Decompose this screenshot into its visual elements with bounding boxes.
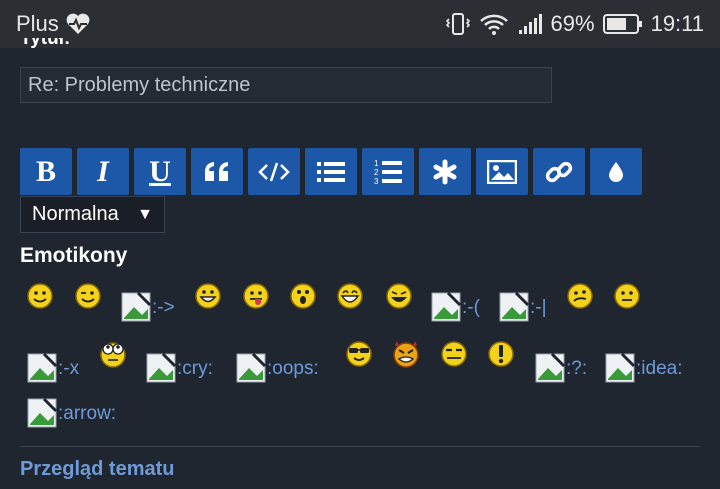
- cool-icon[interactable]: [345, 340, 373, 368]
- broken-image-icon: [27, 352, 58, 383]
- list-icon: [317, 161, 345, 182]
- broken-image-icon: [431, 291, 462, 322]
- heart-pulse-icon: [65, 13, 91, 35]
- status-bar-left: Plus: [16, 11, 91, 37]
- emoticon-code: :-(: [462, 297, 480, 318]
- font-size-value: Normalna: [32, 203, 119, 225]
- svg-text:2: 2: [374, 168, 379, 177]
- underline-button[interactable]: U: [134, 148, 186, 195]
- emoticon-code: :?:: [566, 358, 588, 379]
- emoticon-code: :->: [152, 297, 175, 318]
- code-button[interactable]: [248, 148, 300, 195]
- exclamation-icon[interactable]: [487, 340, 515, 368]
- battery-icon: [602, 13, 643, 35]
- grin-icon[interactable]: [194, 282, 222, 310]
- broken-image-icon: [236, 352, 267, 383]
- title-label: Tytuł:: [20, 38, 71, 49]
- bold-button[interactable]: B: [20, 148, 72, 195]
- emoticon-code: :-|: [530, 297, 547, 318]
- dropdown-arrow-icon: ▼: [137, 205, 153, 223]
- broken-image-emoticon[interactable]: :arrow:: [26, 397, 116, 429]
- underline-label: U: [149, 154, 171, 188]
- font-size-select[interactable]: Normalna ▼: [20, 196, 165, 233]
- broken-image-icon: [605, 352, 636, 383]
- italic-label: I: [97, 154, 109, 188]
- broken-image-emoticon[interactable]: :oops:: [235, 352, 319, 384]
- smile-icon[interactable]: [26, 282, 54, 310]
- status-bar: Plus 69% 19:11: [0, 0, 720, 48]
- code-icon: [258, 162, 290, 181]
- asterisk-button[interactable]: [419, 148, 471, 195]
- link-button[interactable]: [533, 148, 585, 195]
- tongue-icon[interactable]: [242, 282, 270, 310]
- laugh-icon[interactable]: [336, 282, 364, 310]
- broken-image-emoticon[interactable]: :-(: [430, 291, 480, 323]
- big-laugh-icon[interactable]: [385, 282, 413, 310]
- rolleyes-icon[interactable]: [98, 339, 128, 369]
- formatting-toolbar: B I U 123: [20, 148, 642, 195]
- broken-image-emoticon[interactable]: :-|: [498, 291, 547, 323]
- italic-button[interactable]: I: [77, 148, 129, 195]
- numbered-list-button[interactable]: 123: [362, 148, 414, 195]
- broken-image-icon: [27, 397, 58, 428]
- emoticons-heading: Emotikony: [20, 244, 128, 267]
- link-icon: [545, 161, 573, 182]
- broken-image-icon: [121, 291, 152, 322]
- list-button[interactable]: [305, 148, 357, 195]
- battery-percent: 69%: [550, 11, 595, 36]
- emoticon-code: :cry:: [177, 358, 213, 379]
- wink-icon[interactable]: [74, 282, 102, 310]
- numbered-list-icon: 123: [374, 159, 402, 186]
- carrier-name: Plus: [16, 11, 59, 36]
- broken-image-icon: [146, 352, 177, 383]
- wifi-icon: [479, 12, 509, 36]
- topic-review-link[interactable]: Przegląd tematu: [20, 458, 174, 481]
- quote-button[interactable]: [191, 148, 243, 195]
- vibrate-icon: [445, 11, 471, 37]
- title-input[interactable]: [20, 67, 552, 103]
- surprised-icon[interactable]: [289, 282, 317, 310]
- evil-icon[interactable]: [391, 339, 421, 369]
- svg-text:1: 1: [374, 159, 379, 168]
- emoticon-code: :-x: [58, 358, 80, 379]
- divider: [20, 446, 700, 447]
- broken-image-emoticon[interactable]: :idea:: [604, 352, 682, 384]
- broken-image-emoticon[interactable]: :cry:: [145, 352, 213, 384]
- emoticon-code: :oops:: [267, 358, 319, 379]
- color-button[interactable]: [590, 148, 642, 195]
- signal-icon: [517, 12, 543, 36]
- image-icon: [487, 159, 517, 184]
- svg-text:3: 3: [374, 177, 379, 186]
- broken-image-emoticon[interactable]: :-x: [26, 352, 79, 384]
- image-button[interactable]: [476, 148, 528, 195]
- drop-icon: [609, 161, 623, 182]
- broken-image-emoticon[interactable]: :->: [120, 291, 175, 323]
- confused-icon[interactable]: [566, 282, 594, 310]
- neutral-icon[interactable]: [613, 282, 641, 310]
- emoticon-code: :arrow:: [58, 403, 117, 424]
- asterisk-icon: [433, 159, 457, 184]
- emoticon-code: :idea:: [636, 358, 683, 379]
- quote-icon: [205, 161, 228, 181]
- status-bar-right: 69% 19:11: [445, 11, 704, 37]
- unamused-icon[interactable]: [440, 340, 468, 368]
- broken-image-icon: [499, 291, 530, 322]
- bold-label: B: [35, 154, 56, 188]
- clock: 19:11: [650, 11, 704, 36]
- broken-image-emoticon[interactable]: :?:: [534, 352, 587, 384]
- broken-image-icon: [535, 352, 566, 383]
